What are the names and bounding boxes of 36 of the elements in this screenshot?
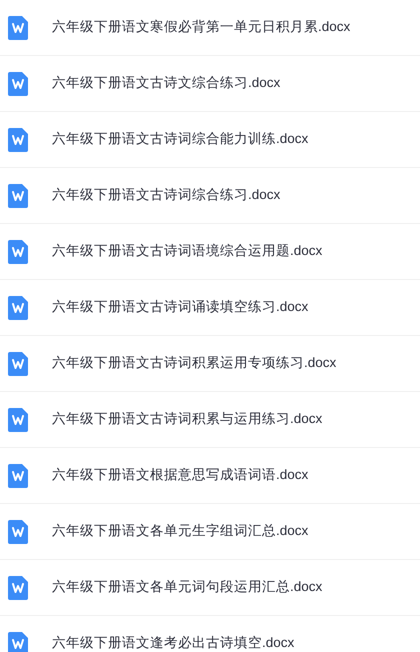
file-row[interactable]: 六年级下册语文古诗词积累运用专项练习.docx — [0, 336, 420, 392]
file-name: 六年级下册语文各单元生字组词汇总.docx — [52, 522, 308, 540]
file-name: 六年级下册语文古诗词积累运用专项练习.docx — [52, 354, 336, 372]
word-document-icon — [8, 576, 28, 600]
file-name: 六年级下册语文逢考必出古诗填空.docx — [52, 634, 294, 652]
file-row[interactable]: 六年级下册语文寒假必背第一单元日积月累.docx — [0, 0, 420, 56]
file-row[interactable]: 六年级下册语文各单元词句段运用汇总.docx — [0, 560, 420, 616]
file-name: 六年级下册语文根据意思写成语词语.docx — [52, 466, 308, 484]
file-name: 六年级下册语文古诗词综合能力训练.docx — [52, 130, 308, 148]
file-name: 六年级下册语文古诗文综合练习.docx — [52, 74, 280, 92]
file-row[interactable]: 六年级下册语文古诗词综合能力训练.docx — [0, 112, 420, 168]
word-document-icon — [8, 184, 28, 208]
file-name: 六年级下册语文各单元词句段运用汇总.docx — [52, 578, 322, 596]
file-row[interactable]: 六年级下册语文古诗词综合练习.docx — [0, 168, 420, 224]
word-document-icon — [8, 296, 28, 320]
word-document-icon — [8, 464, 28, 488]
file-name: 六年级下册语文古诗词诵读填空练习.docx — [52, 298, 308, 316]
file-row[interactable]: 六年级下册语文根据意思写成语词语.docx — [0, 448, 420, 504]
file-name: 六年级下册语文古诗词积累与运用练习.docx — [52, 410, 322, 428]
file-row[interactable]: 六年级下册语文古诗词语境综合运用题.docx — [0, 224, 420, 280]
file-name: 六年级下册语文寒假必背第一单元日积月累.docx — [52, 18, 350, 36]
file-row[interactable]: 六年级下册语文逢考必出古诗填空.docx — [0, 616, 420, 652]
file-name: 六年级下册语文古诗词语境综合运用题.docx — [52, 242, 322, 260]
file-row[interactable]: 六年级下册语文古诗词诵读填空练习.docx — [0, 280, 420, 336]
word-document-icon — [8, 128, 28, 152]
word-document-icon — [8, 520, 28, 544]
word-document-icon — [8, 408, 28, 432]
file-row[interactable]: 六年级下册语文古诗词积累与运用练习.docx — [0, 392, 420, 448]
file-name: 六年级下册语文古诗词综合练习.docx — [52, 186, 280, 204]
word-document-icon — [8, 632, 28, 652]
word-document-icon — [8, 72, 28, 96]
word-document-icon — [8, 240, 28, 264]
word-document-icon — [8, 352, 28, 376]
file-row[interactable]: 六年级下册语文古诗文综合练习.docx — [0, 56, 420, 112]
word-document-icon — [8, 16, 28, 40]
file-row[interactable]: 六年级下册语文各单元生字组词汇总.docx — [0, 504, 420, 560]
